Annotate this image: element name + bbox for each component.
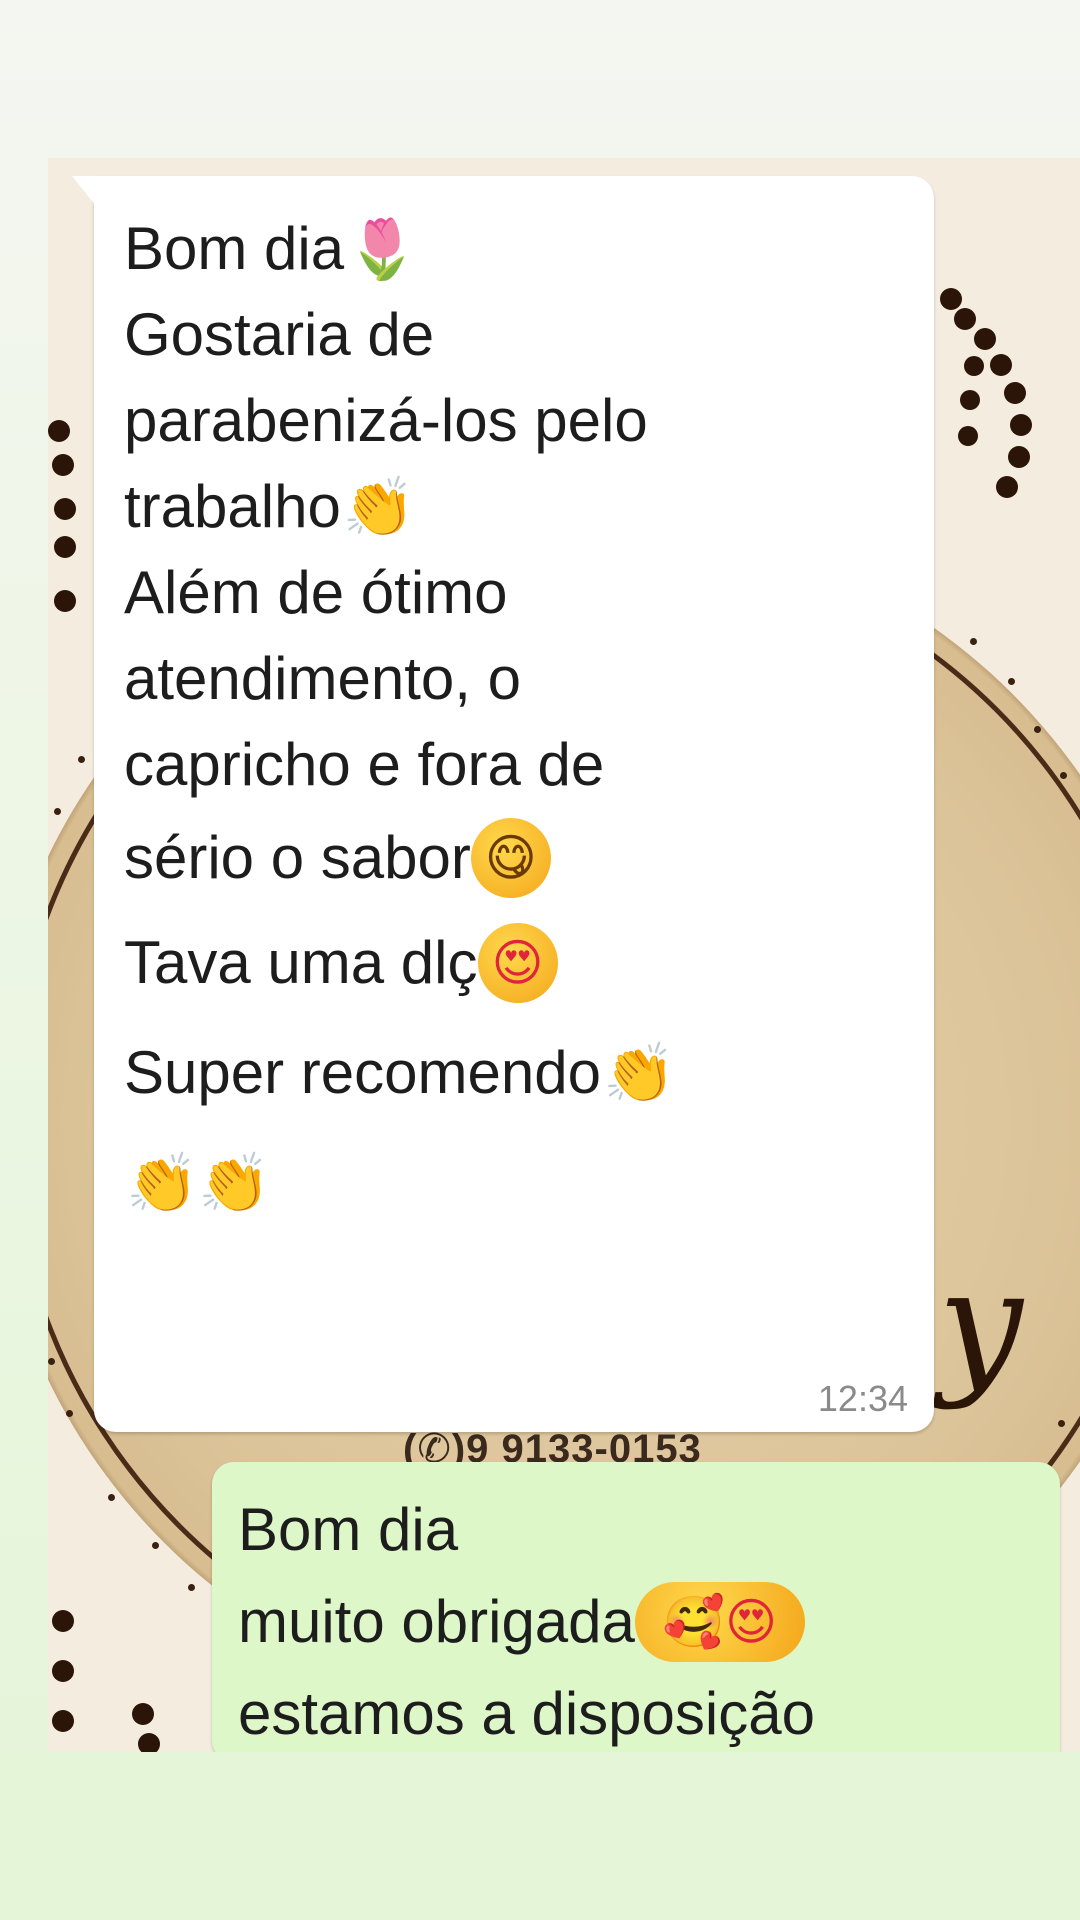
wallpaper-speck [970,638,977,645]
incoming-message-bubble[interactable]: Bom dia 🌷 Gostaria de parabenizá-los pel… [72,176,934,1432]
wallpaper-speck [48,1358,55,1365]
message-text: Tava uma dlç [124,929,478,996]
wallpaper-dot [974,328,996,350]
wallpaper-dot [54,590,76,612]
message-line: sério o sabor 😋 [124,808,904,908]
message-line: parabenizá-los pelo [124,378,904,464]
wallpaper-dot [52,1710,74,1732]
message-text: trabalho [124,473,341,540]
wallpaper-speck [66,1410,73,1417]
wallpaper-dot [990,354,1012,376]
clapping-hands-emoji: 👏 [342,473,416,541]
wallpaper-dot [960,390,980,410]
message-line: Super recomendo 👏 [124,1018,904,1128]
wallpaper-dot [52,454,74,476]
message-line: atendimento, o [124,636,904,722]
outgoing-message-bubble[interactable]: Bom dia muito obrigada 🥰😍 estamos a disp… [212,1462,1060,1762]
message-text: Gostaria de [124,301,435,368]
clapping-hands-emoji: 👏 [602,1039,676,1107]
message-text: muito obrigada [238,1588,635,1655]
wallpaper-dot [1010,414,1032,436]
wallpaper-dot [954,308,976,330]
wallpaper-dot [964,356,984,376]
wallpaper-dot [52,1660,74,1682]
wallpaper-dot [138,1733,160,1752]
wallpaper-speck [1008,678,1015,685]
wallpaper-dot [54,498,76,520]
face-savoring-food-emoji: 😋 [470,818,551,898]
message-text: atendimento, o [124,645,521,712]
wallpaper-speck [108,1494,115,1501]
bottom-crop-area [0,1752,1080,1920]
message-line: muito obrigada 🥰😍 [238,1576,1034,1668]
message-line: Bom dia [238,1484,1034,1576]
heart-eyes-emoji: 😍 [477,923,558,1003]
message-timestamp: 12:34 [817,1378,908,1419]
message-line: Tava uma dlç 😍 [124,908,904,1018]
message-line: capricho e fora de [124,722,904,808]
tulip-emoji: 🌷 [346,215,419,283]
wallpaper-dot [1008,446,1030,468]
message-text: Além de ótimo [124,559,508,626]
wallpaper-speck [152,1542,159,1549]
wallpaper-speck [78,756,85,763]
message-text: Super recomendo [124,1039,601,1106]
message-text: estamos a disposição [238,1680,815,1747]
message-line: estamos a disposição [238,1668,1034,1760]
wallpaper-dot [940,288,962,310]
wallpaper-dot [54,536,76,558]
message-line: Gostaria de [124,292,904,378]
wallpaper-dot [132,1703,154,1725]
wallpaper-speck [1058,1420,1065,1427]
message-text: Bom dia [238,1496,459,1563]
wallpaper-script-letter: y [938,1238,1023,1412]
message-line: Além de ótimo [124,550,904,636]
message-text: Bom dia [124,215,345,282]
wallpaper-speck [1034,726,1041,733]
message-text: capricho e fora de [124,731,605,798]
wallpaper-speck [188,1584,195,1591]
wallpaper-dot [958,426,978,446]
wallpaper-dot [996,476,1018,498]
smiling-face-with-hearts-emoji: 🥰😍 [634,1582,805,1662]
wallpaper-dot [52,1610,74,1632]
message-line: trabalho 👏 [124,464,904,550]
wallpaper-dot [48,420,70,442]
message-text: sério o sabor [124,824,471,891]
wallpaper-speck [54,808,61,815]
message-line: 👏👏 [124,1128,904,1238]
wallpaper-dot [1004,382,1026,404]
message-text: parabenizá-los pelo [124,387,648,454]
wallpaper-speck [1060,772,1067,779]
message-line: Bom dia 🌷 [124,206,904,292]
clapping-hands-emoji: 👏👏 [126,1149,271,1217]
